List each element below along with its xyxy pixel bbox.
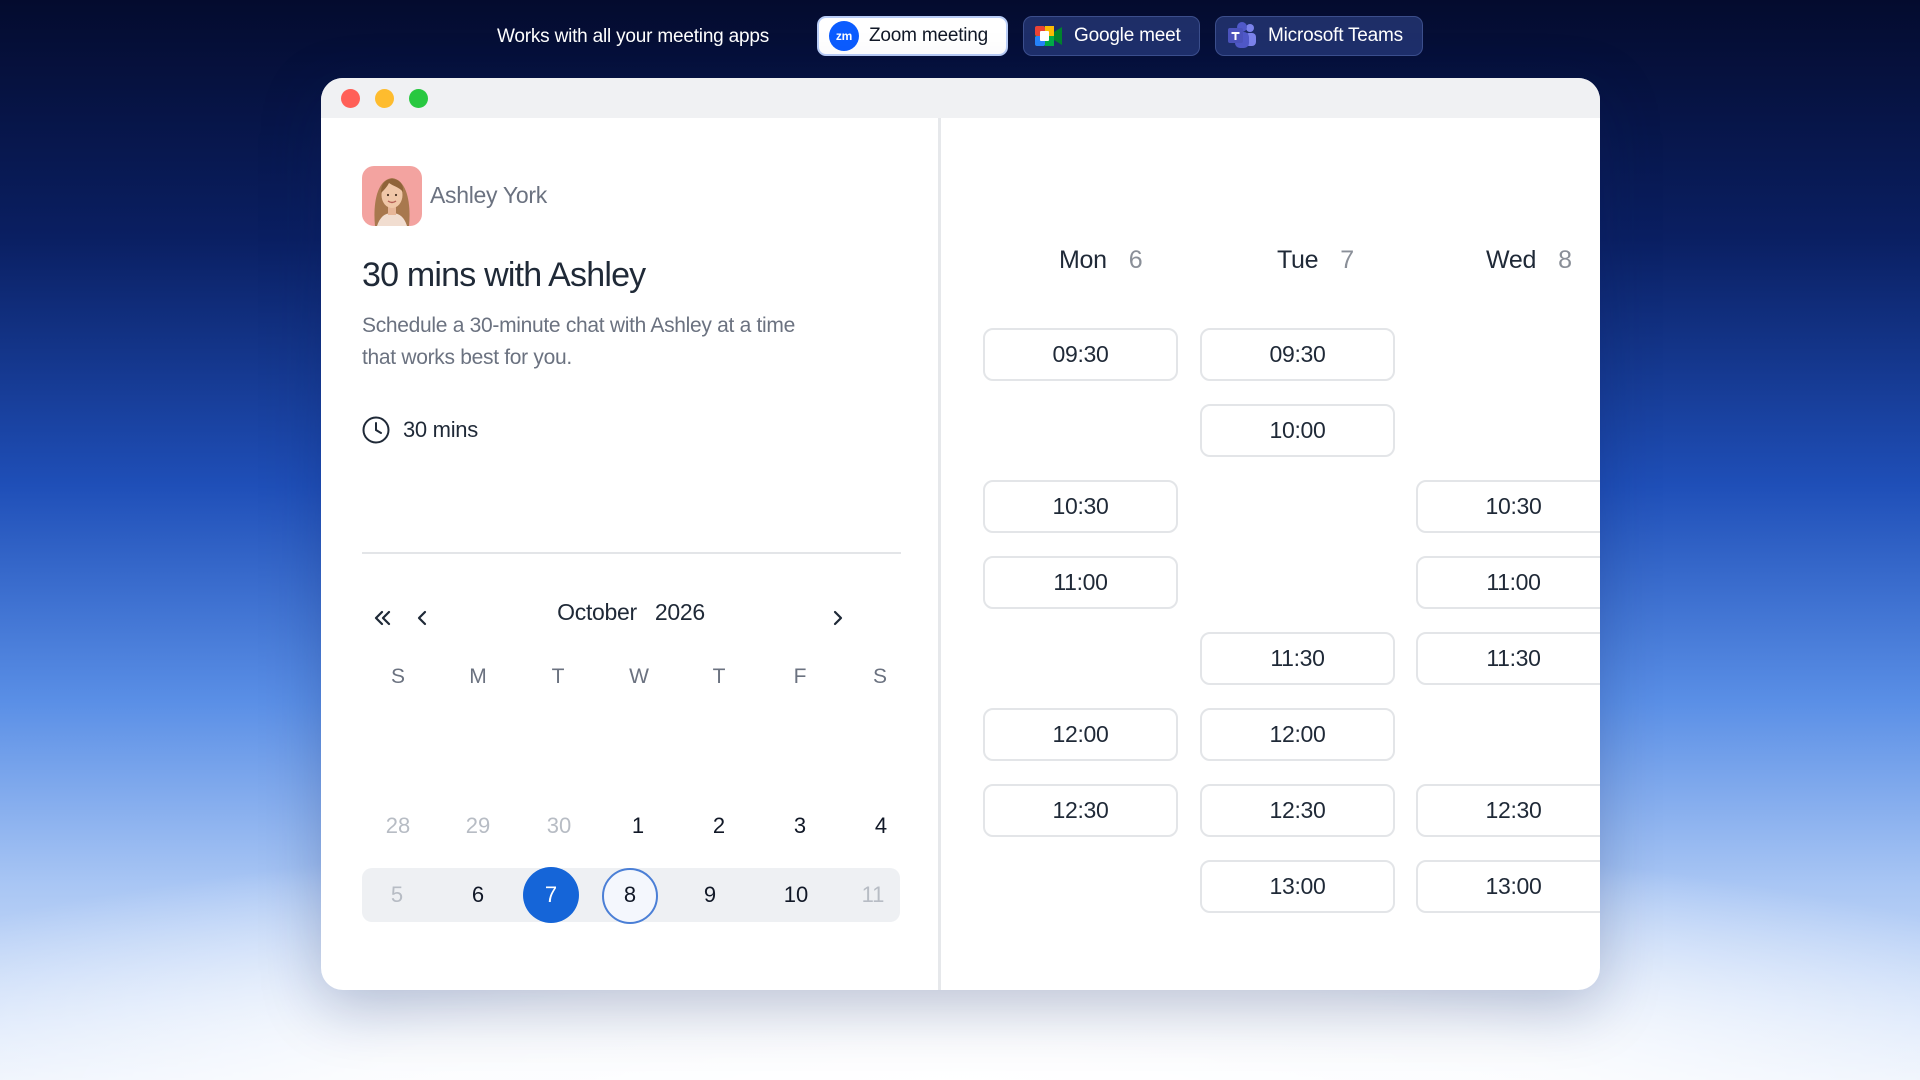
column-day: Mon <box>1059 246 1107 274</box>
zoom-meeting-label: Zoom meeting <box>869 25 989 46</box>
calendar-day[interactable]: 6 <box>443 868 513 922</box>
time-slot-button[interactable]: 11:30 <box>1200 632 1395 685</box>
time-slot-button[interactable]: 12:00 <box>983 708 1178 761</box>
event-details-panel: Ashley York 30 mins with Ashley Schedule… <box>321 118 938 990</box>
column-day: Tue <box>1277 246 1319 274</box>
calendar-day[interactable]: 5 <box>362 868 432 922</box>
time-slot-button[interactable]: 10:30 <box>983 480 1178 533</box>
calendar-day-today[interactable]: 8 <box>595 868 665 922</box>
chevron-left-icon <box>413 608 433 628</box>
calendar-year: 2026 <box>654 599 705 625</box>
maximize-window-button[interactable] <box>409 89 428 108</box>
time-slot-button[interactable]: 11:30 <box>1416 632 1600 685</box>
section-divider <box>362 552 901 554</box>
weekday-label: W <box>629 665 649 688</box>
zoom-meeting-option[interactable]: zm Zoom meeting <box>817 16 1008 56</box>
close-window-button[interactable] <box>341 89 360 108</box>
event-title: 30 mins with Ashley <box>362 256 646 294</box>
calendar-day[interactable]: 11 <box>838 868 908 922</box>
column-header-wed: Wed 8 <box>1486 246 1572 275</box>
google-meet-label: Google meet <box>1074 25 1181 46</box>
google-meet-option[interactable]: Google meet <box>1023 16 1200 56</box>
microsoft-teams-logo-icon <box>1226 21 1258 51</box>
time-slot-button[interactable]: 12:00 <box>1200 708 1395 761</box>
minimize-window-button[interactable] <box>375 89 394 108</box>
host-name: Ashley York <box>430 182 547 208</box>
double-chevron-left-icon <box>373 608 393 628</box>
calendar-day[interactable]: 1 <box>603 799 673 853</box>
calendar-day[interactable]: 3 <box>765 799 835 853</box>
time-slot-button[interactable]: 10:30 <box>1416 480 1600 533</box>
calendar-day[interactable]: 10 <box>761 868 831 922</box>
weekday-label: M <box>469 665 487 688</box>
calendar-day-selected[interactable]: 7 <box>516 868 586 922</box>
apps-tagline: Works with all your meeting apps <box>497 26 770 47</box>
column-date: 7 <box>1340 246 1354 274</box>
microsoft-teams-option[interactable]: Microsoft Teams <box>1215 16 1423 56</box>
clock-icon <box>361 415 391 445</box>
previous-year-button[interactable] <box>363 598 403 638</box>
calendar-day[interactable]: 2 <box>684 799 754 853</box>
google-meet-logo-icon <box>1034 23 1064 49</box>
calendar-day[interactable]: 29 <box>443 799 513 853</box>
zoom-logo-icon: zm <box>829 21 859 51</box>
calendar-month-title: October 2026 <box>471 599 791 626</box>
weekday-label: T <box>551 665 565 688</box>
chevron-right-icon <box>827 608 847 628</box>
time-slot-button[interactable]: 10:00 <box>1200 404 1395 457</box>
time-slot-button[interactable]: 13:00 <box>1416 860 1600 913</box>
weekday-label: S <box>872 665 887 688</box>
window-titlebar <box>321 78 1600 118</box>
calendar-day[interactable]: 9 <box>675 868 745 922</box>
column-header-tue: Tue 7 <box>1277 246 1354 275</box>
weekday-label: F <box>793 665 807 688</box>
meeting-apps-banner: Works with all your meeting apps zm Zoom… <box>0 16 1920 58</box>
calendar-day[interactable]: 30 <box>524 799 594 853</box>
host-avatar <box>362 166 422 226</box>
microsoft-teams-label: Microsoft Teams <box>1268 25 1403 46</box>
time-slot-button[interactable]: 12:30 <box>1200 784 1395 837</box>
time-slot-button[interactable]: 11:00 <box>983 556 1178 609</box>
time-slots-panel: Mon 6 Tue 7 Wed 8 09:30 10:30 11:00 12:00 1… <box>941 118 1600 990</box>
event-duration: 30 mins <box>403 417 478 442</box>
time-slot-button[interactable]: 12:30 <box>1416 784 1600 837</box>
calendar-day[interactable]: 28 <box>363 799 433 853</box>
event-description: Schedule a 30-minute chat with Ashley at… <box>362 314 795 369</box>
column-date: 8 <box>1558 246 1572 274</box>
calendar-month: October <box>557 599 637 625</box>
next-month-button[interactable] <box>817 598 857 638</box>
column-day: Wed <box>1486 246 1537 274</box>
time-slot-button[interactable]: 12:30 <box>983 784 1178 837</box>
time-slot-button[interactable]: 11:00 <box>1416 556 1600 609</box>
weekday-label: S <box>390 665 405 688</box>
calendar-day[interactable]: 4 <box>846 799 916 853</box>
previous-month-button[interactable] <box>403 598 443 638</box>
time-slot-button[interactable]: 13:00 <box>1200 860 1395 913</box>
booking-window: Ashley York 30 mins with Ashley Schedule… <box>321 78 1600 990</box>
time-slot-button[interactable]: 09:30 <box>1200 328 1395 381</box>
column-date: 6 <box>1128 246 1143 274</box>
weekday-label: T <box>712 665 726 688</box>
column-header-mon: Mon 6 <box>1059 246 1143 275</box>
time-slot-button[interactable]: 09:30 <box>983 328 1178 381</box>
